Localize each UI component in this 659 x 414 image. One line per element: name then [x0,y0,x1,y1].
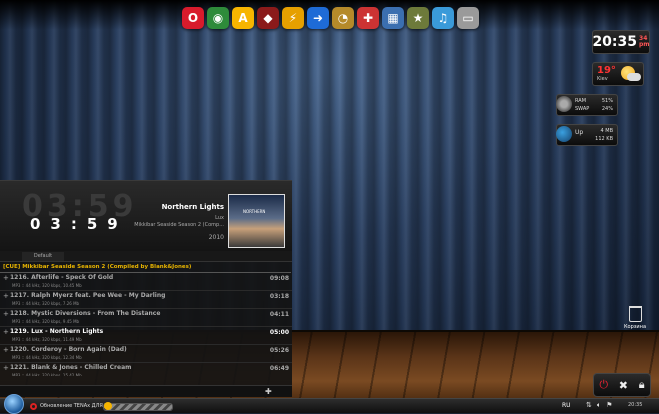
track-row[interactable]: +1218. Mystic Diversions - From The Dist… [0,309,292,327]
taskbar-clock[interactable]: 20:35 [628,402,642,408]
track-artist: Lux [215,215,224,221]
tab-default[interactable]: Default [22,252,64,261]
player-time-display[interactable]: 03:59 [30,215,128,233]
track-info: MP3 :: 44 kHz, 320 kbps, 7.26 Mb [12,301,80,306]
expand-icon[interactable]: + [3,274,9,282]
track-duration: 04:11 [269,311,289,318]
track-name: 1216. Afterlife - Speck Of Gold [10,274,114,281]
ram-value: 51% [601,98,613,104]
flag-icon[interactable]: ⚑ [606,401,612,410]
track-name: 1220. Corderoy - Born Again (Dad) [10,346,127,353]
track-duration: 05:00 [269,329,289,336]
track-info: MP3 :: 44 kHz, 320 kbps, 15.42 Mb [12,373,82,376]
album-cover: NORTHERN [228,194,285,248]
album-cover-text: NORTHERN [243,209,266,214]
globe-icon [556,126,572,142]
swap-label: SWAP [575,106,590,112]
track-name: 1218. Mystic Diversions - From The Dista… [10,310,161,317]
expand-icon[interactable]: + [3,364,9,372]
power-icon[interactable]: ⏻ [599,378,608,392]
track-name: 1217. Ralph Myerz feat. Pee Wee - My Dar… [10,292,166,299]
track-row[interactable]: +1219. Lux - Northern LightsMP3 :: 44 kH… [0,327,292,345]
track-row[interactable]: +1221. Blank & Jones - Chilled Cream MP3 … [0,363,292,376]
track-row[interactable]: +1216. Afterlife - Speck Of GoldMP3 :: 4… [0,273,292,291]
network-up-label: Up [575,129,584,136]
playlist-title: [CUE] Mikkibar Seaside Season 2 (Compile… [0,263,291,273]
recycle-bin[interactable]: Корзина [622,306,648,330]
picture-viewer-icon[interactable]: ▦ [382,7,404,29]
track-name: 1221. Blank & Jones - Chilled Cream [10,364,132,371]
taskbar: Обновление TENAx ДЛЯ W... RU ⇅ 🔈︎ ⚑ 20:3… [0,394,659,414]
zoom-icon[interactable]: ➜ [307,7,329,29]
swap-value: 24% [601,106,613,112]
start-button[interactable] [4,394,24,414]
playlist-tabs: Default [0,251,292,262]
track-list: +1216. Afterlife - Speck Of GoldMP3 :: 4… [0,273,292,376]
track-info: MP3 :: 44 kHz, 320 kbps, 10.45 Mb [12,283,82,288]
track-row[interactable]: +1217. Ralph Myerz feat. Pee Wee - My Da… [0,291,292,309]
recycle-bin-label: Корзина [623,324,647,330]
gear-icon [556,96,572,112]
chrome-icon[interactable]: ◉ [207,7,229,29]
opera-icon [30,402,37,410]
dock: O ◉ A ◆ ⚡ ➜ ◔ ✚ ▦ ★ ♫ ▭ [182,7,479,29]
track-duration: 05:26 [269,347,289,354]
winamp-icon[interactable]: ⚡ [282,7,304,29]
network-meter-widget: Up 4 MB 112 KB [556,124,618,146]
track-duration: 03:18 [269,293,289,300]
network-down-value: 112 KB [595,136,613,142]
system-tray: ⇅ 🔈︎ ⚑ [586,401,612,410]
track-duration: 09:08 [269,275,289,282]
track-duration: 06:49 [269,365,289,372]
volume-icon[interactable]: 🔈︎ [597,401,601,410]
player-header: 03:59 03:59 Northern Lights Lux Mikkibar… [0,181,292,251]
player-bottom-bar: ✚ [0,385,292,397]
track-title: Northern Lights [161,203,224,211]
aimp-icon [104,402,112,410]
utility-icon[interactable]: ✚ [357,7,379,29]
opera-icon[interactable]: O [182,7,204,29]
cloud-icon [627,73,641,81]
track-info: MP3 :: 44 kHz, 320 kbps, 9.45 Mb [12,319,80,324]
taskbar-item-aimp[interactable] [103,403,173,411]
power-panel: ⏻ ✖ 🔒︎ [593,373,651,397]
itunes-icon[interactable]: ♫ [432,7,454,29]
drive-icon[interactable]: ▭ [457,7,479,29]
lock-icon[interactable]: 🔒︎ [639,378,645,392]
track-row[interactable]: +1220. Corderoy - Born Again (Dad)MP3 ::… [0,345,292,363]
network-up-value: 4 MB [600,128,613,134]
memory-meter-widget: RAM 51% SWAP 24% [556,94,618,116]
language-indicator[interactable]: RU [562,402,571,409]
star-app-icon[interactable]: ★ [407,7,429,29]
weather-widget: 19° Kiev [592,62,644,86]
track-info: MP3 :: 44 kHz, 320 kbps, 12.34 Mb [12,355,82,360]
aimp-player-window: 03:59 03:59 Northern Lights Lux Mikkibar… [0,180,292,397]
taskbar-item-opera[interactable]: Обновление TENAx ДЛЯ W... [30,401,114,411]
network-tray-icon[interactable]: ⇅ [586,401,592,410]
exe-tool-icon[interactable]: ◆ [257,7,279,29]
ram-label: RAM [575,98,587,104]
audio-player-icon[interactable]: ◔ [332,7,354,29]
close-icon[interactable]: ✖ [619,379,628,392]
expand-icon[interactable]: + [3,346,9,354]
clock-widget: 20:35 34 pm [592,30,650,54]
weather-city: Kiev [597,76,608,82]
add-icon[interactable]: ✚ [265,387,272,396]
expand-icon[interactable]: + [3,292,9,300]
aimp-icon[interactable]: A [232,7,254,29]
track-name: 1219. Lux - Northern Lights [10,328,104,335]
trash-icon [628,306,642,322]
track-info: MP3 :: 44 kHz, 320 kbps, 11.49 Mb [12,337,82,342]
expand-icon[interactable]: + [3,328,9,336]
expand-icon[interactable]: + [3,310,9,318]
track-year: 2010 [208,234,224,241]
track-album: Mikkibar Seaside Season 2 (Comp... [134,222,224,228]
clock-time: 20:35 [592,34,638,50]
clock-ampm: 34 pm [639,36,650,48]
weather-temperature: 19° [597,65,616,76]
clock-ampm-bottom: pm [639,41,650,48]
